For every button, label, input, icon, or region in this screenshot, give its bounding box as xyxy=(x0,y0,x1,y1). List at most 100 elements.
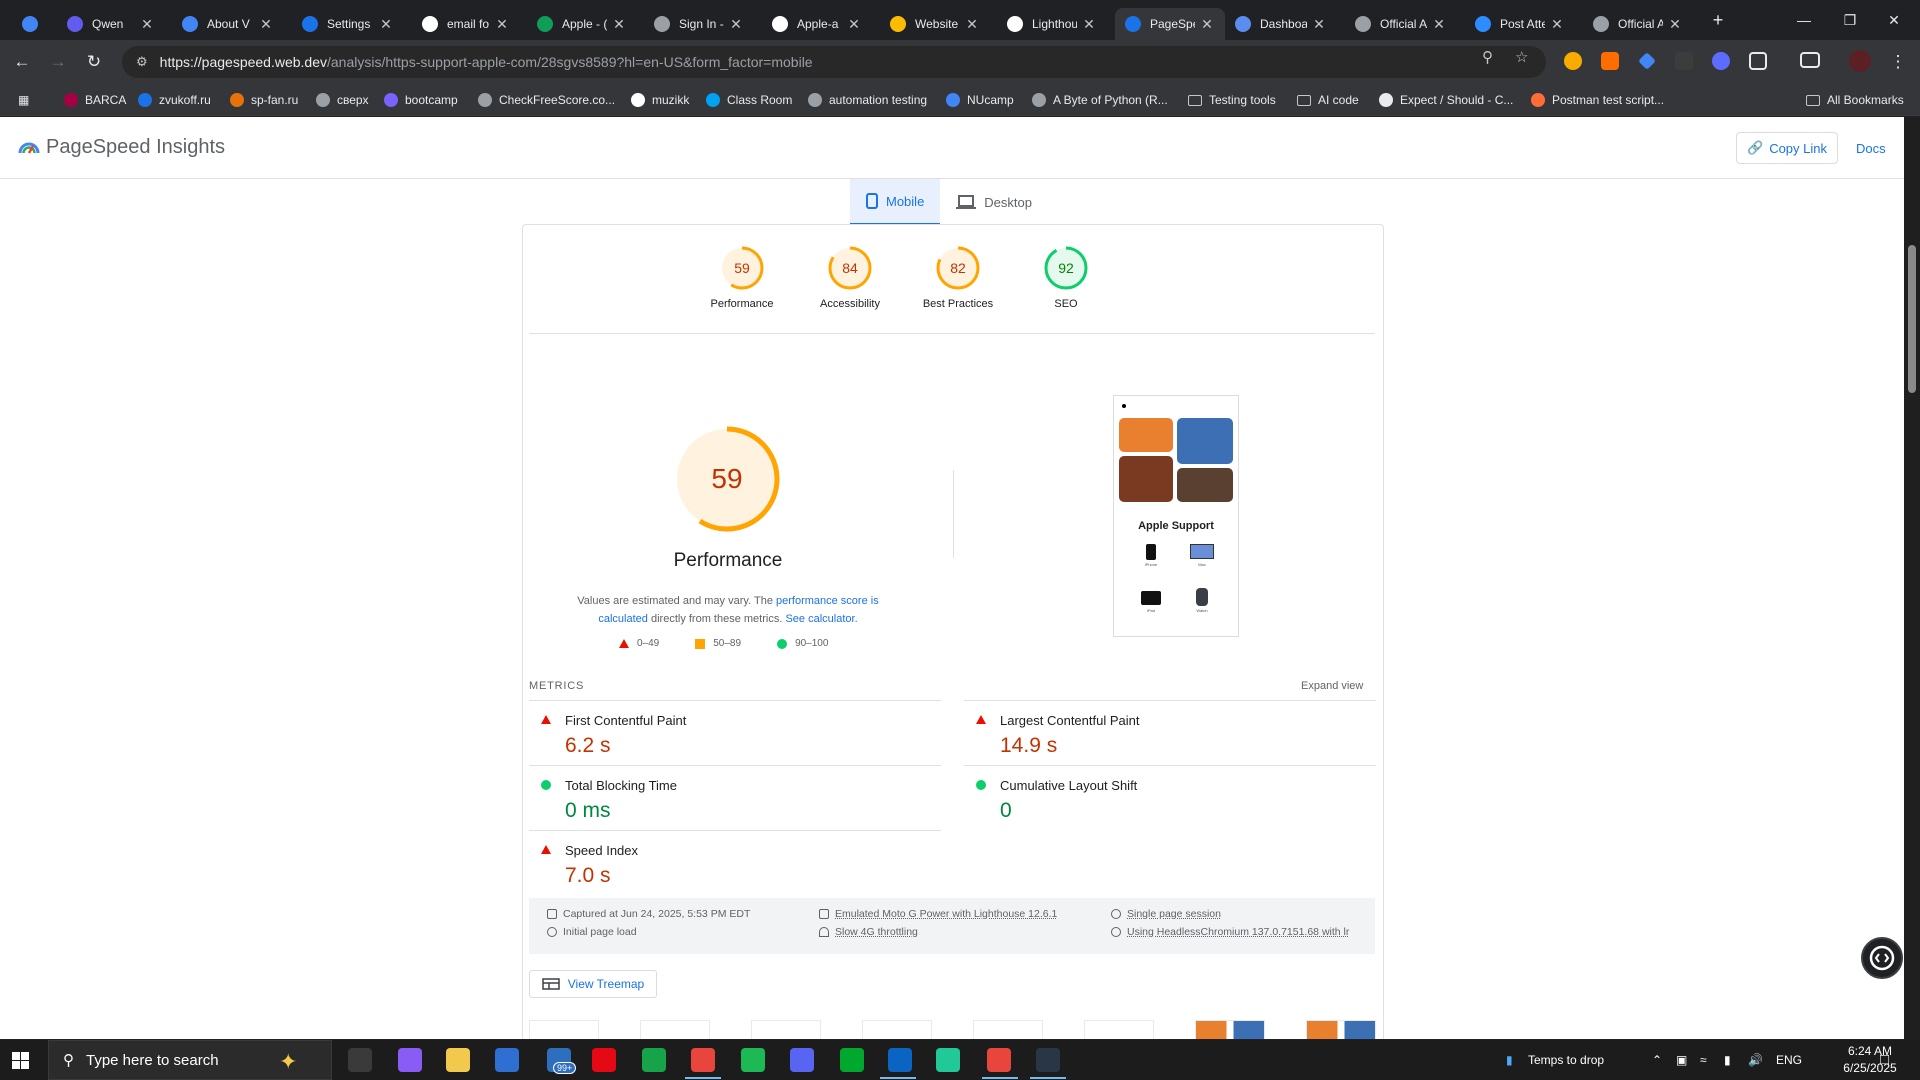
scrollbar-thumb[interactable] xyxy=(1908,245,1916,393)
meet-icon[interactable]: ▣ xyxy=(1676,1040,1687,1080)
expand-view-toggle[interactable]: Expand view xyxy=(1301,680,1363,692)
bookmark-item[interactable]: CheckFreeScore.co... xyxy=(478,91,615,109)
system-clock[interactable]: 6:24 AM 6/25/2025 xyxy=(1836,1043,1904,1077)
performance-gauge[interactable] xyxy=(673,425,781,533)
profile-avatar[interactable] xyxy=(1849,50,1871,72)
view-treemap-button[interactable]: View Treemap xyxy=(529,970,657,998)
tab-desktop[interactable]: Desktop xyxy=(940,179,1048,225)
windows-start-icon[interactable] xyxy=(12,1052,29,1069)
apps-grid-icon[interactable]: ▦ xyxy=(18,91,29,109)
bookmark-item[interactable]: Postman test script... xyxy=(1531,91,1664,109)
page-scrollbar[interactable] xyxy=(1904,117,1920,1039)
copilot-icon[interactable] xyxy=(398,1048,422,1072)
pycharm-icon[interactable] xyxy=(936,1048,960,1072)
site-info-icon[interactable]: ⚙ xyxy=(136,54,148,70)
network-icon[interactable]: ≈ xyxy=(1700,1040,1707,1080)
browser-tab[interactable]: Official A ✕ xyxy=(1583,8,1693,40)
address-bar[interactable]: ⚙ https://pagespeed.web.dev/analysis/htt… xyxy=(122,46,1546,78)
bookmark-item[interactable]: automation testing xyxy=(808,91,927,109)
bookmark-item[interactable]: Class Room xyxy=(706,91,792,109)
close-tab-icon[interactable]: ✕ xyxy=(1199,16,1215,33)
file-explorer-icon[interactable] xyxy=(446,1048,470,1072)
category-gauge-accessibility[interactable]: 84 Accessibility xyxy=(800,245,900,310)
see-calculator-link[interactable]: See calculator. xyxy=(785,613,857,625)
bookmark-item[interactable]: NUcamp xyxy=(946,91,1014,109)
copy-link-button[interactable]: 🔗 Copy Link xyxy=(1736,132,1838,164)
bookmark-item[interactable]: bootcamp xyxy=(384,91,458,109)
category-gauge-performance[interactable]: 59 Performance xyxy=(692,245,792,310)
extension-icon[interactable] xyxy=(1712,52,1730,70)
menu-icon[interactable]: ⋮ xyxy=(1886,50,1910,74)
browser-tab[interactable]: Qwen ✕ xyxy=(57,8,165,40)
terminal-icon[interactable] xyxy=(642,1048,666,1072)
category-gauge-seo[interactable]: 92 SEO xyxy=(1016,245,1116,310)
bookmark-star-icon[interactable]: ☆ xyxy=(1515,48,1528,66)
close-tab-icon[interactable]: ✕ xyxy=(1081,16,1097,33)
store-icon[interactable] xyxy=(495,1048,519,1072)
bookmark-folder[interactable]: Testing tools xyxy=(1188,91,1276,109)
browser-tab[interactable] xyxy=(12,8,56,40)
browser-tab[interactable]: Dashboa ✕ xyxy=(1225,8,1337,40)
bookmark-item[interactable]: A Byte of Python (R... xyxy=(1032,91,1168,109)
close-tab-icon[interactable]: ✕ xyxy=(1431,16,1447,33)
bookmark-item[interactable]: sp-fan.ru xyxy=(230,91,298,109)
zoom-icon[interactable]: ⚲ xyxy=(1482,48,1493,66)
back-button[interactable]: ← xyxy=(10,50,34,74)
close-tab-icon[interactable]: ✕ xyxy=(139,16,155,33)
browser-tab[interactable]: PageSpe ✕ xyxy=(1115,8,1225,40)
chrome-icon[interactable] xyxy=(691,1048,715,1072)
browser-tab[interactable]: Lighthou ✕ xyxy=(997,8,1107,40)
spotify-icon[interactable] xyxy=(741,1048,765,1072)
category-gauge-best-practices[interactable]: 82 Best Practices xyxy=(908,245,1008,310)
extension-icon[interactable] xyxy=(1675,52,1693,70)
chat-assistant-button[interactable] xyxy=(1861,937,1903,979)
new-tab-button[interactable]: + xyxy=(1704,8,1732,32)
extension-icon[interactable] xyxy=(1638,52,1656,70)
close-tab-icon[interactable]: ✕ xyxy=(728,16,744,33)
outlook-icon[interactable] xyxy=(888,1048,912,1072)
bookmark-folder[interactable]: AI code xyxy=(1297,91,1359,109)
browser-tab[interactable]: Settings ✕ xyxy=(292,8,404,40)
side-panel-icon[interactable] xyxy=(1800,52,1820,68)
close-window-button[interactable]: ✕ xyxy=(1866,0,1920,40)
docs-link[interactable]: Docs xyxy=(1856,141,1886,156)
task-view-icon[interactable] xyxy=(348,1048,372,1072)
browser-tab[interactable]: Apple - (✕ xyxy=(527,8,637,40)
close-tab-icon[interactable]: ✕ xyxy=(258,16,274,33)
sublime-icon[interactable] xyxy=(1036,1048,1060,1072)
all-bookmarks[interactable]: All Bookmarks xyxy=(1806,91,1904,109)
close-tab-icon[interactable]: ✕ xyxy=(1311,16,1327,33)
run-info-item[interactable]: Emulated Moto G Power with Lighthouse 12… xyxy=(819,908,1057,920)
bookmark-item[interactable]: BARCA xyxy=(64,91,126,109)
bookmark-item[interactable]: Expect / Should - C... xyxy=(1379,91,1513,109)
close-tab-icon[interactable]: ✕ xyxy=(611,16,627,33)
battery-icon[interactable]: ▮ xyxy=(1724,1040,1731,1080)
browser-tab[interactable]: Apple-a ✕ xyxy=(762,8,872,40)
weather-text[interactable]: Temps to drop xyxy=(1528,1040,1604,1080)
browser-tab[interactable]: Sign In - ✕ xyxy=(644,8,754,40)
forward-button[interactable]: → xyxy=(46,50,70,74)
extension-icon[interactable] xyxy=(1564,52,1582,70)
run-info-item[interactable]: Single page session xyxy=(1111,908,1221,920)
netflix-icon[interactable] xyxy=(592,1048,616,1072)
notifications-icon[interactable]: □ xyxy=(1880,1040,1889,1080)
close-tab-icon[interactable]: ✕ xyxy=(378,16,394,33)
browser-tab[interactable]: email fo ✕ xyxy=(412,8,520,40)
close-tab-icon[interactable]: ✕ xyxy=(846,16,862,33)
browser-tab[interactable]: Post Atte ✕ xyxy=(1465,8,1575,40)
volume-icon[interactable]: 🔊 xyxy=(1748,1040,1763,1080)
browser-tab[interactable]: Official A ✕ xyxy=(1345,8,1457,40)
extension-icon[interactable] xyxy=(1601,52,1619,70)
bookmark-item[interactable]: zvukoff.ru xyxy=(138,91,211,109)
run-info-item[interactable]: Using HeadlessChromium 137.0.7151.68 wit… xyxy=(1111,926,1349,938)
tray-chevron-icon[interactable]: ⌃ xyxy=(1652,1040,1662,1080)
bookmark-item[interactable]: сверх xyxy=(316,91,368,109)
close-tab-icon[interactable]: ✕ xyxy=(964,16,980,33)
browser-tab[interactable]: About V ✕ xyxy=(172,8,284,40)
language-indicator[interactable]: ENG xyxy=(1776,1040,1802,1080)
evernote-icon[interactable] xyxy=(840,1048,864,1072)
taskbar-search[interactable]: ⚲ Type here to search ✦ xyxy=(48,1040,332,1080)
tab-mobile[interactable]: Mobile xyxy=(850,179,941,225)
chrome-dev-icon[interactable] xyxy=(987,1048,1011,1072)
close-tab-icon[interactable]: ✕ xyxy=(1549,16,1565,33)
